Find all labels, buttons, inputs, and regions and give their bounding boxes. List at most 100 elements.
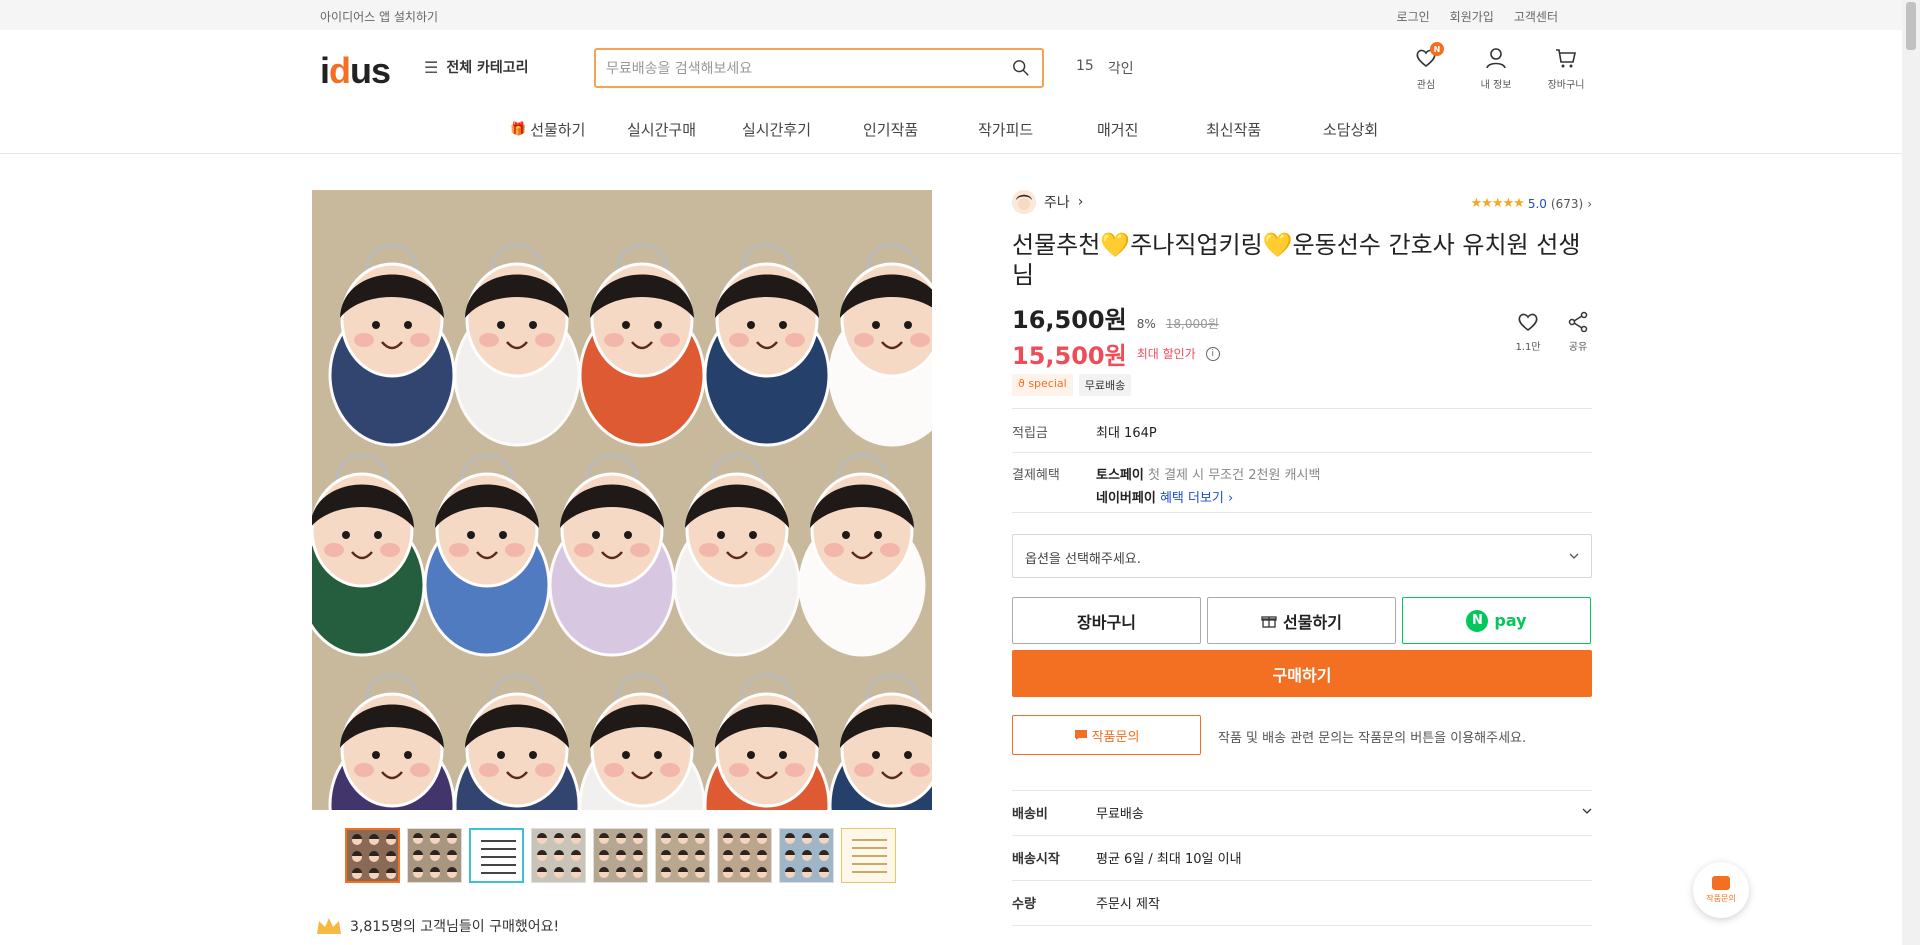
rating-score: 5.0 (1527, 196, 1547, 211)
payment-benefit-row: 결제혜택 토스페이 첫 결제 시 무조건 2천원 캐시백 네이버페이 혜택 더보… (1012, 464, 1320, 510)
search-icon[interactable] (1012, 59, 1030, 77)
keyring-photo (312, 190, 932, 810)
app-install-link[interactable]: 아이디어스 앱 설치하기 (320, 8, 438, 25)
signup-link[interactable]: 회원가입 (1450, 8, 1494, 25)
divider (1012, 790, 1592, 791)
nav-item[interactable]: 실시간구매 (627, 119, 696, 140)
chevron-right-icon: › (1587, 196, 1592, 211)
all-category-button[interactable]: ☰ 전체 카테고리 (424, 57, 529, 77)
nav-item[interactable]: 인기작품 (863, 119, 918, 140)
scrollbar-thumb[interactable] (1906, 2, 1916, 50)
support-link[interactable]: 고객센터 (1514, 8, 1558, 25)
divider (1012, 835, 1592, 836)
nav-item-label: 선물하기 (530, 121, 586, 139)
new-badge: N (1430, 42, 1444, 56)
option-select[interactable]: 옵션을 선택해주세요. (1012, 534, 1592, 578)
product-title: 선물추천💛주나직업키링💛운동선수 간호사 유치원 선생님 (1012, 231, 1581, 289)
divider (1012, 925, 1592, 926)
like-button[interactable]: 1.1만 (1514, 310, 1542, 353)
thumbnail[interactable] (345, 828, 400, 883)
header-icons: N 관심 내 정보 장바구니 (1404, 42, 1588, 91)
hamburger-icon: ☰ (424, 57, 439, 77)
nav-item[interactable]: 🎁 선물하기 (510, 119, 585, 140)
thumbnail[interactable] (717, 828, 772, 883)
price-row: 16,500원 8% 18,000원 (1012, 300, 1219, 335)
nav-item[interactable]: 소담상회 (1323, 119, 1378, 140)
add-to-cart-button[interactable]: 장바구니 (1012, 597, 1201, 644)
shipping-label: 배송비 (1012, 807, 1048, 822)
category-label: 전체 카테고리 (446, 60, 529, 76)
naver-benefit-link[interactable]: 혜택 더보기 › (1160, 491, 1233, 506)
thumbnail[interactable] (531, 828, 586, 883)
toss-desc: 첫 결제 시 무조건 2천원 캐시백 (1147, 468, 1321, 483)
realtime-keyword[interactable]: 15 각인 (1076, 58, 1134, 78)
free-shipping-tag: 무료배송 (1078, 374, 1132, 396)
crown-icon (317, 918, 341, 934)
share-button[interactable]: 공유 (1564, 310, 1592, 353)
top-utility-bar: 아이디어스 앱 설치하기 로그인 회원가입 고객센터 (0, 0, 1902, 30)
share-label: 공유 (1568, 342, 1588, 353)
quantity-value: 주문시 제작 (1096, 897, 1160, 912)
my-info-button[interactable]: 내 정보 (1474, 46, 1518, 91)
option-placeholder: 옵션을 선택해주세요. (1025, 552, 1141, 567)
idus-logo[interactable]: idus (320, 50, 391, 92)
thumbnail[interactable] (469, 828, 524, 883)
floating-inquiry-button[interactable]: 작품문의 (1693, 862, 1749, 918)
chevron-down-icon (1569, 553, 1579, 559)
artist-name: 주나 (1044, 195, 1070, 211)
page-scrollbar[interactable] (1902, 0, 1920, 945)
points-value: 최대 164P (1096, 426, 1157, 441)
chat-icon (1712, 876, 1730, 890)
divider (1012, 452, 1592, 453)
nav-item-label: 작가피드 (978, 121, 1034, 139)
shipping-value: 무료배송 (1096, 807, 1144, 822)
cart-button[interactable]: 장바구니 (1544, 46, 1588, 91)
thumbnail[interactable] (779, 828, 834, 883)
rating-summary[interactable]: ★★★★★ 5.0 (673) › (1471, 196, 1592, 211)
artist-link[interactable]: 주나 › (1012, 190, 1083, 214)
nav-item[interactable]: 매거진 (1097, 119, 1138, 140)
price: 16,500원 (1012, 306, 1127, 334)
nav-item[interactable]: 실시간후기 (742, 119, 811, 140)
cart-icon (1556, 49, 1576, 68)
search-box (594, 48, 1044, 88)
shipping-start-label: 배송시작 (1012, 852, 1060, 867)
thumbnail[interactable] (407, 828, 462, 883)
thumbnail-strip (345, 828, 896, 883)
nav-item[interactable]: 작가피드 (978, 119, 1033, 140)
toss-label: 토스페이 (1096, 468, 1144, 483)
divider (1012, 880, 1592, 881)
search-input[interactable] (606, 59, 986, 79)
product-inquiry-button[interactable]: 작품문의 (1012, 715, 1201, 755)
buyers-banner: 3,815명의 고객님들이 구매했어요! (316, 916, 559, 936)
shipping-start-value: 평균 6일 / 최대 10일 이내 (1096, 852, 1242, 867)
thumbnail[interactable] (841, 828, 896, 883)
heart-icon (1518, 313, 1538, 332)
nav-item-label: 인기작품 (863, 121, 919, 139)
nav-item-label: 매거진 (1097, 121, 1139, 139)
buy-now-button[interactable]: 구매하기 (1012, 650, 1592, 697)
discount-rate: 8% (1136, 317, 1156, 331)
chat-icon (1074, 730, 1087, 740)
keyword-rank: 15 (1076, 58, 1094, 74)
max-discount-price: 15,500원 (1012, 342, 1127, 370)
product-main-image[interactable] (312, 190, 932, 810)
fab-label: 작품문의 (1706, 894, 1736, 903)
gift-button[interactable]: 선물하기 (1207, 597, 1396, 644)
points-label: 적립금 (1012, 426, 1048, 441)
wishlist-button[interactable]: N 관심 (1404, 42, 1448, 91)
shipping-fee-row[interactable]: 배송비 무료배송 (1012, 803, 1592, 822)
nav-item[interactable]: 최신작품 (1206, 119, 1261, 140)
thumbnail[interactable] (655, 828, 710, 883)
points-row: 적립금 최대 164P (1012, 422, 1157, 441)
max-discount-label: 최대 할인가 (1136, 347, 1196, 361)
info-icon[interactable]: i (1205, 346, 1220, 361)
like-count: 1.1만 (1515, 342, 1541, 353)
cart-label: 장바구니 (1547, 80, 1585, 91)
thumbnail[interactable] (593, 828, 648, 883)
naver-pay-button[interactable]: N pay (1402, 597, 1591, 644)
divider (1012, 512, 1592, 513)
login-link[interactable]: 로그인 (1397, 8, 1430, 25)
gift-label: 선물하기 (1283, 612, 1342, 632)
max-discount-row: 15,500원 최대 할인가 i (1012, 336, 1220, 371)
